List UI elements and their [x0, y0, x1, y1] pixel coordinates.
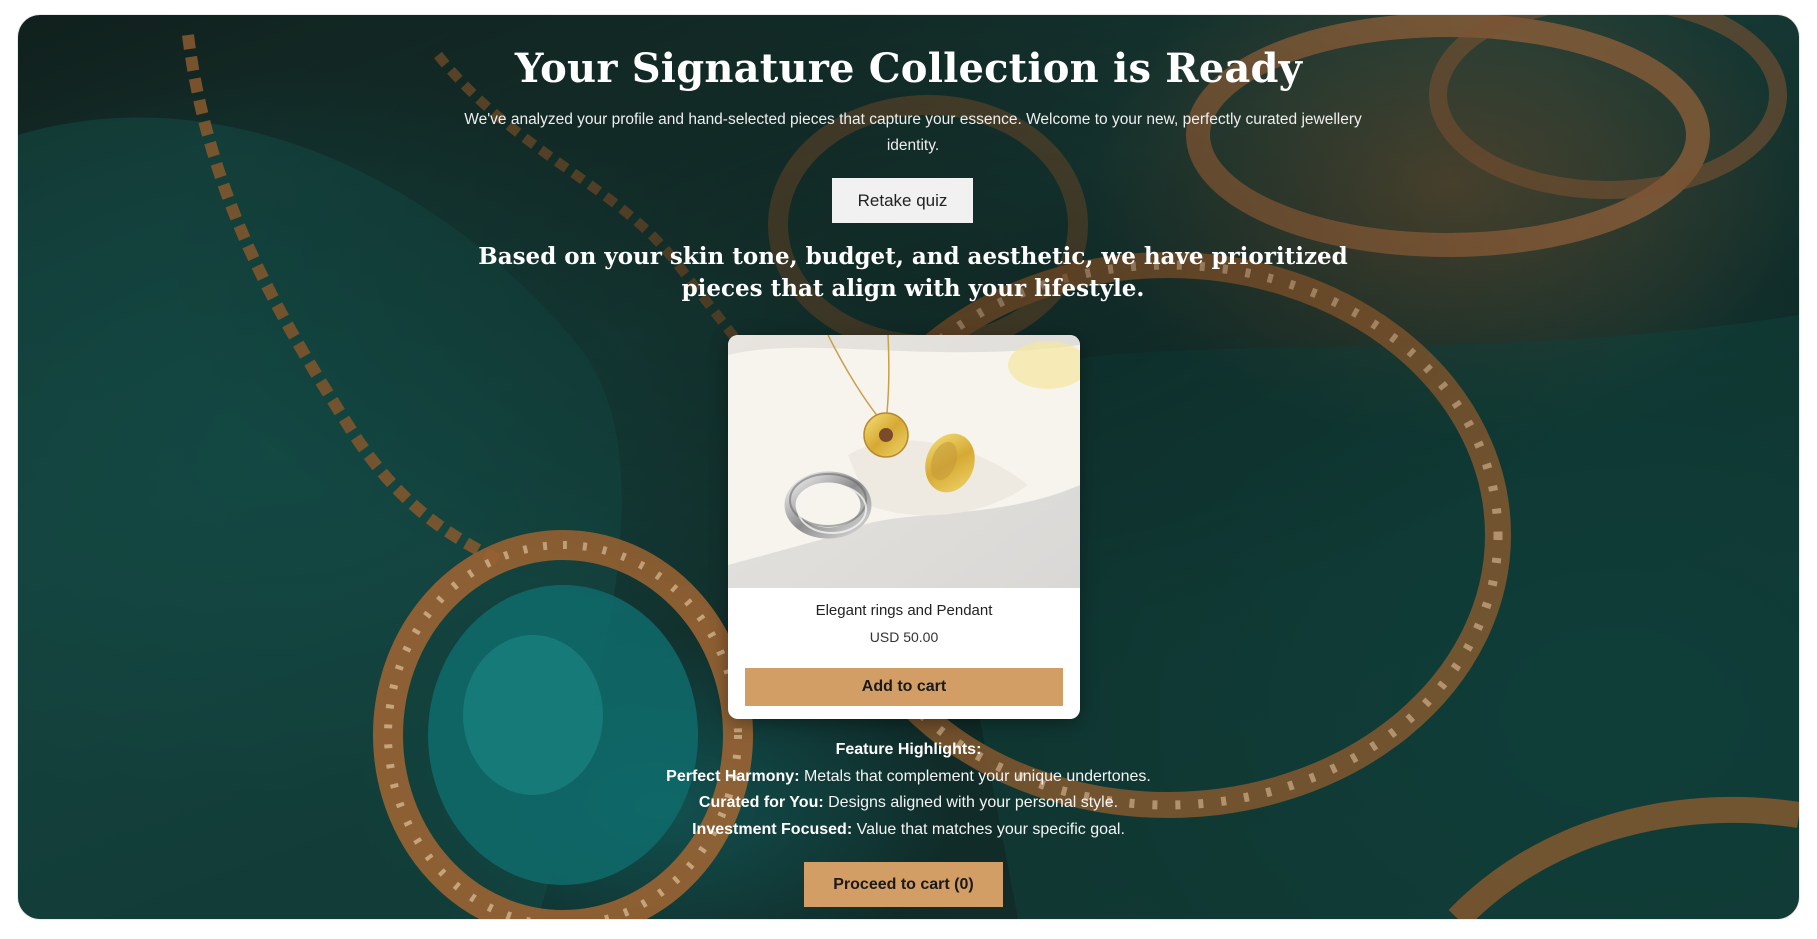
product-name[interactable]: Elegant rings and Pendant: [728, 602, 1080, 619]
lead-text: Based on your skin tone, budget, and aes…: [478, 243, 1348, 302]
feature-item: Perfect Harmony: Metals that complement …: [18, 764, 1799, 791]
feature-label: Investment Focused:: [692, 820, 853, 838]
proceed-to-cart-button[interactable]: Proceed to cart (0): [804, 862, 1003, 907]
feature-item: Investment Focused: Value that matches y…: [18, 817, 1799, 844]
product-image[interactable]: [728, 335, 1080, 588]
feature-text: Designs aligned with your personal style…: [828, 794, 1119, 811]
page-title: Your Signature Collection is Ready: [514, 45, 1303, 92]
feature-text: Metals that complement your unique under…: [803, 767, 1151, 785]
product-price: USD 50.00: [869, 629, 939, 645]
feature-label: Perfect Harmony:: [666, 767, 800, 785]
feature-heading: Feature Highlights:: [835, 741, 982, 758]
hero-subtitle: We've analyzed your profile and hand-sel…: [464, 111, 1362, 154]
feature-item: Curated for You: Designs aligned with yo…: [18, 790, 1799, 817]
retake-quiz-button[interactable]: Retake quiz: [832, 178, 973, 223]
add-to-cart-button[interactable]: Add to cart: [745, 668, 1063, 706]
product-card[interactable]: Elegant rings and Pendant USD 50.00 Add …: [728, 335, 1080, 719]
feature-label: Curated for You:: [698, 794, 824, 811]
feature-highlights: Feature Highlights: Perfect Harmony: Met…: [18, 737, 1799, 843]
feature-text: Value that matches your specific goal.: [856, 820, 1125, 838]
hero-section: Your Signature Collection is Ready We've…: [18, 15, 1799, 919]
